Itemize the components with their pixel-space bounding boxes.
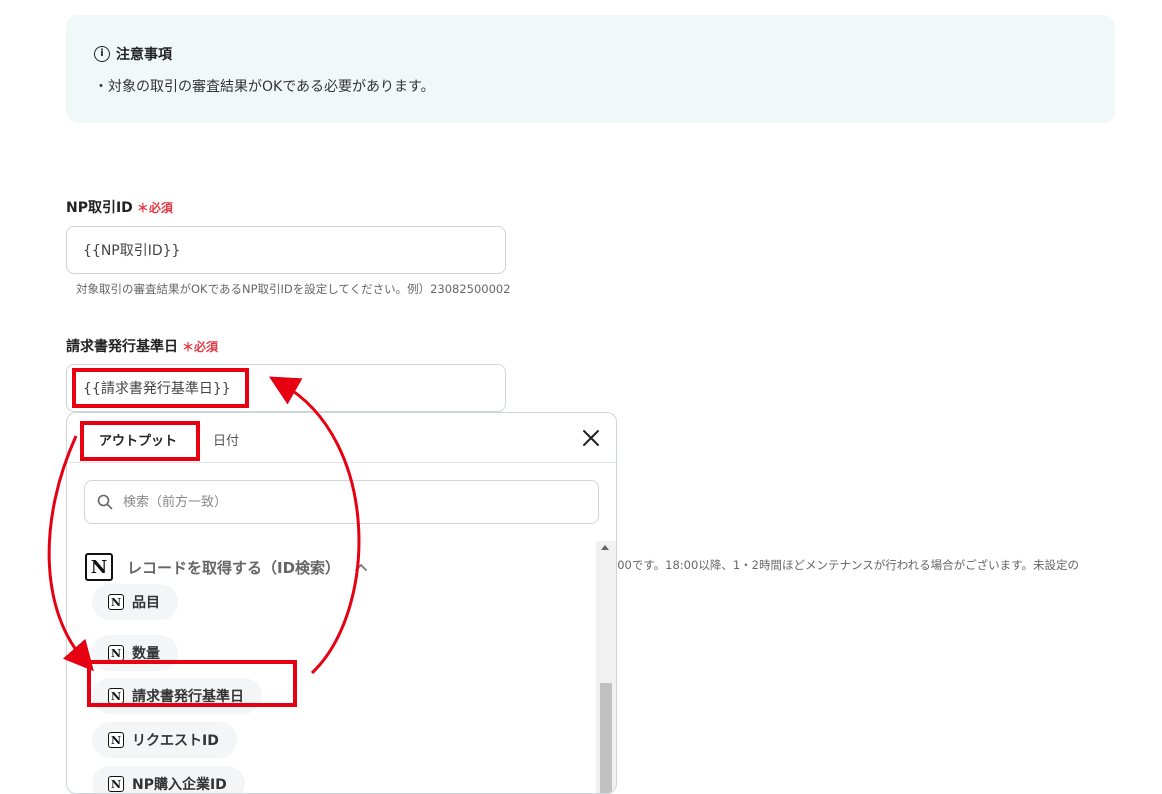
notion-icon: N <box>108 645 124 661</box>
np-id-input[interactable]: {{NP取引ID}} <box>66 226 506 274</box>
notion-icon: N <box>108 732 124 748</box>
partially-hidden-hint: 2:00です。18:00以降、1・2時間ほどメンテナンスが行われる場合がございま… <box>606 558 1079 572</box>
list-item[interactable]: N リクエストID <box>92 722 237 758</box>
scrollbar[interactable] <box>596 541 616 793</box>
search-icon <box>97 494 113 510</box>
invoice-date-label: 請求書発行基準日 ＊必須 <box>66 336 218 356</box>
tab-date[interactable]: 日付 <box>213 430 239 449</box>
list-item-label: リクエストID <box>132 733 219 749</box>
notice-title: 注意事項 <box>116 47 172 63</box>
list-item-label: NP購入企業ID <box>132 777 227 793</box>
notice-box: i 注意事項 ・対象の取引の審査結果がOKである必要があります。 <box>66 15 1115 123</box>
np-id-input-value: {{NP取引ID}} <box>83 243 181 259</box>
notice-header: i 注意事項 <box>94 44 172 64</box>
required-badge: ＊必須 <box>136 201 173 215</box>
notice-text: ・対象の取引の審査結果がOKである必要があります。 <box>94 79 435 95</box>
output-list: N レコードを取得する（ID検索） N 品目 N 数量 N 請求書発行基準日 N… <box>67 541 595 793</box>
notion-icon: N <box>108 688 124 704</box>
info-icon: i <box>94 46 110 62</box>
list-item-label: 請求書発行基準日 <box>132 689 244 705</box>
scroll-up-arrow-icon[interactable] <box>601 545 609 550</box>
notion-icon: N <box>108 594 124 610</box>
close-icon[interactable] <box>580 427 602 449</box>
required-badge: ＊必須 <box>182 340 219 354</box>
invoice-date-input[interactable]: {{請求書発行基準日}} <box>66 364 506 412</box>
list-item-label: 品目 <box>132 595 160 611</box>
scroll-thumb[interactable] <box>600 683 612 793</box>
scroll-clip <box>67 541 595 593</box>
list-item[interactable]: N 数量 <box>92 635 178 671</box>
tab-output[interactable]: アウトプット <box>99 430 177 449</box>
list-item-label: 数量 <box>132 646 160 662</box>
output-picker-popup: アウトプット 日付 N レコードを取得する（ID検索） N 品目 N 数量 <box>66 412 617 794</box>
invoice-date-label-text: 請求書発行基準日 <box>66 339 178 355</box>
notion-icon: N <box>108 776 124 792</box>
search-box[interactable] <box>84 480 599 524</box>
np-id-label: NP取引ID ＊必須 <box>66 197 173 217</box>
np-id-label-text: NP取引ID <box>66 200 133 216</box>
np-id-hint: 対象取引の審査結果がOKであるNP取引IDを設定してください。例）2308250… <box>76 282 511 296</box>
popup-tabs: アウトプット 日付 <box>67 413 616 463</box>
list-item[interactable]: N NP購入企業ID <box>92 766 245 793</box>
search-input[interactable] <box>121 493 565 511</box>
invoice-date-input-value: {{請求書発行基準日}} <box>83 381 231 397</box>
list-item[interactable]: N 請求書発行基準日 <box>92 678 262 714</box>
